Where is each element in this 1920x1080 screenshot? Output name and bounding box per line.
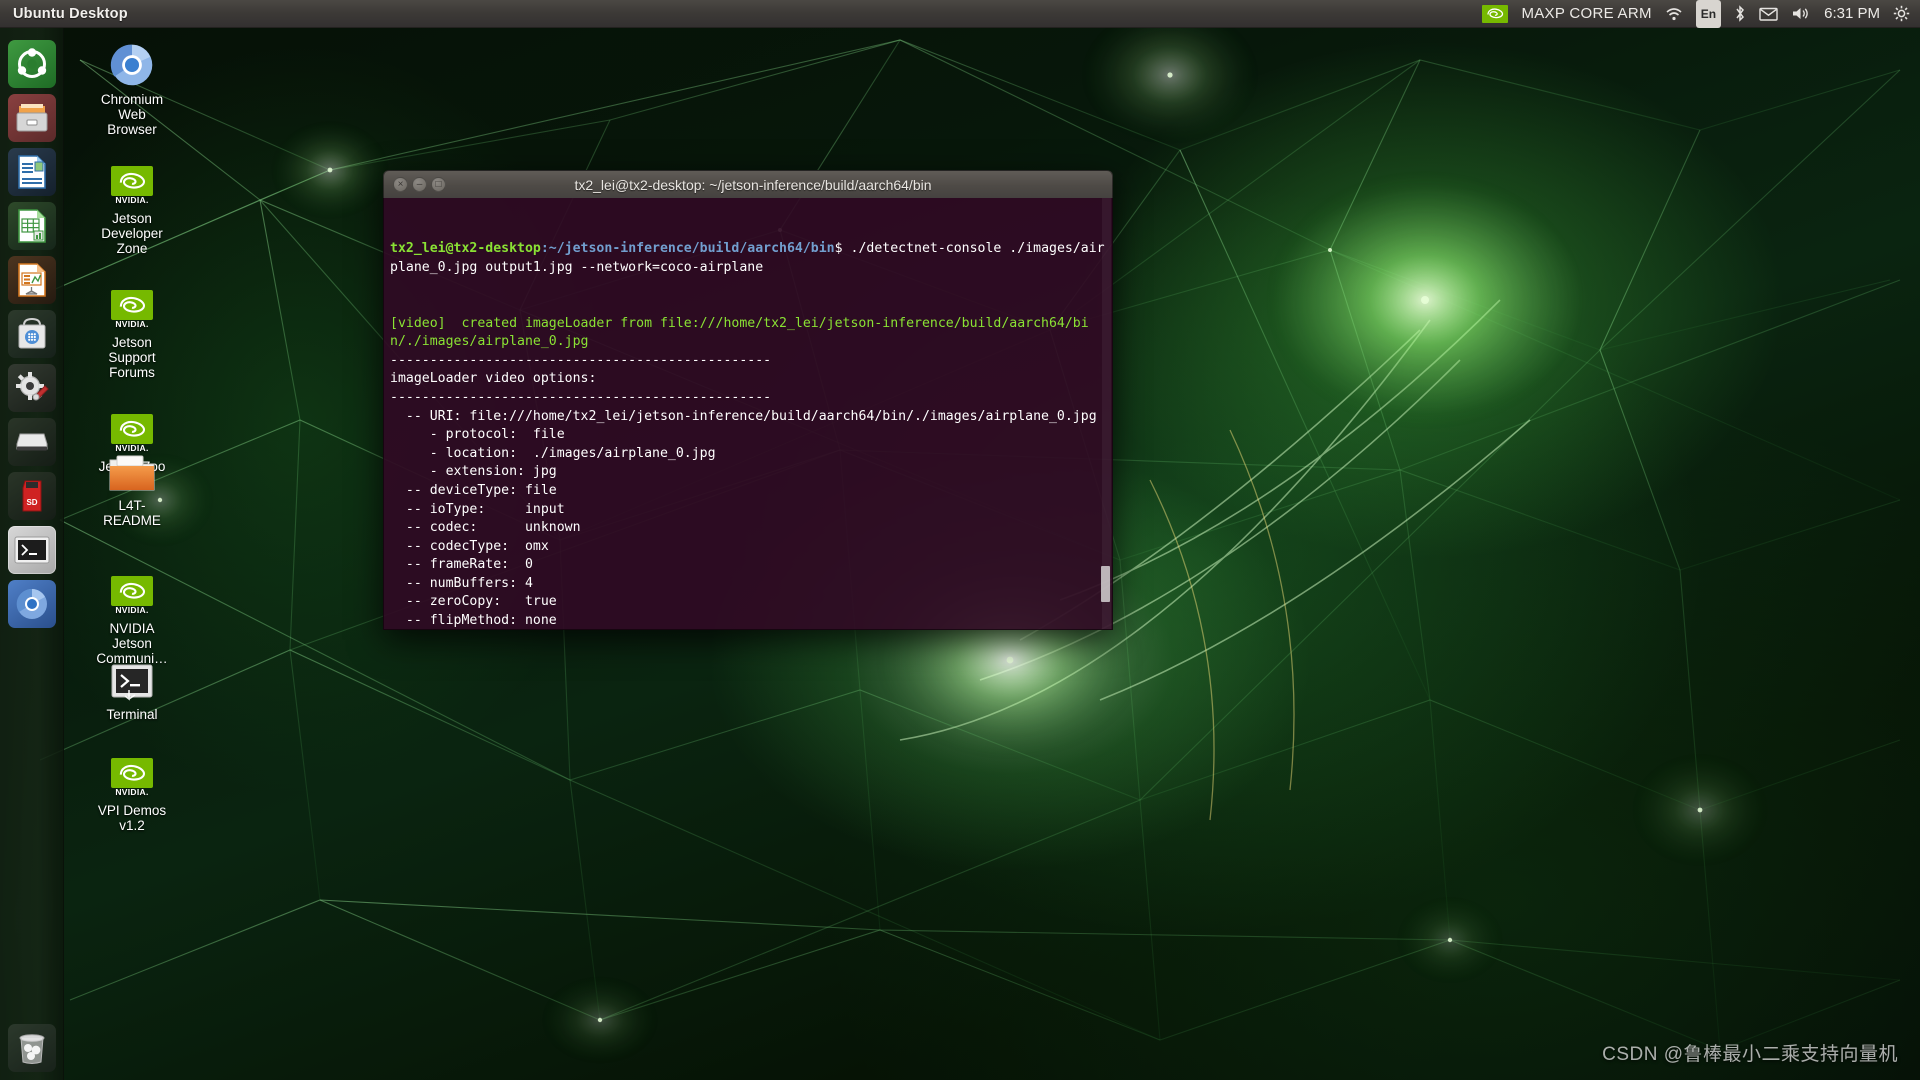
nvidia-wordmark: NVIDIA. bbox=[115, 787, 149, 797]
terminal-line: -- numBuffers: 4 bbox=[390, 575, 533, 591]
launcher-item-chromium[interactable] bbox=[7, 580, 56, 628]
core-label: MAXP CORE ARM bbox=[1521, 5, 1652, 22]
nvidia-eye-glyph bbox=[1487, 8, 1504, 19]
terminal-line: -- codecType: omx bbox=[390, 538, 549, 554]
launcher-item-ubuntu-dash[interactable] bbox=[7, 40, 56, 88]
close-button[interactable]: × bbox=[393, 177, 408, 192]
terminal-line: - extension: jpg bbox=[390, 464, 557, 480]
terminal-titlebar[interactable]: × – □ tx2_lei@tx2-desktop: ~/jetson-infe… bbox=[383, 170, 1113, 198]
terminal-line: ----------------------------------------… bbox=[390, 389, 772, 405]
maximize-button[interactable]: □ bbox=[431, 177, 446, 192]
launcher-item-sd-card[interactable]: SD bbox=[7, 472, 56, 520]
top-panel: Ubuntu Desktop MAXP CORE ARM En 6:31 PM bbox=[0, 0, 1920, 28]
terminal-window[interactable]: × – □ tx2_lei@tx2-desktop: ~/jetson-infe… bbox=[383, 170, 1113, 630]
launcher-item-ubuntu-software[interactable] bbox=[7, 310, 56, 358]
terminal-line: -- flipMethod: none bbox=[390, 613, 557, 629]
terminal-prompt-line: tx2_lei@tx2-desktop:~/jetson-inference/b… bbox=[390, 240, 1112, 277]
launcher-item-disk-drive[interactable] bbox=[7, 418, 56, 466]
nvidia-wordmark: NVIDIA. bbox=[115, 605, 149, 615]
prompt-dollar: $ bbox=[834, 241, 843, 257]
sd-card-icon: SD bbox=[22, 480, 41, 512]
nvidia-logo-icon: NVIDIA. bbox=[84, 396, 180, 453]
ubuntu-logo-icon bbox=[17, 48, 46, 78]
svg-text:SD: SD bbox=[26, 498, 37, 507]
launcher-item-terminal[interactable] bbox=[7, 526, 56, 574]
nvidia-logo-icon[interactable] bbox=[1482, 0, 1509, 28]
wifi-icon[interactable] bbox=[1665, 0, 1683, 28]
unity-launcher: SD bbox=[0, 28, 64, 1080]
desktop-icon-label: VPI Demos v1.2 bbox=[97, 803, 167, 833]
hard-drive-icon bbox=[16, 433, 47, 451]
terminal-line: -- zeroCopy: true bbox=[390, 594, 557, 610]
terminal-icon bbox=[14, 536, 49, 564]
desktop-icon-label: L4T- README bbox=[103, 498, 161, 528]
terminal-line: - protocol: file bbox=[390, 427, 565, 443]
mail-icon[interactable] bbox=[1759, 0, 1778, 28]
terminal-line: -- ioType: input bbox=[390, 501, 565, 517]
terminal-scrollbar-thumb[interactable] bbox=[1101, 566, 1110, 602]
desktop-icon-label: Jetson Support Forums bbox=[108, 335, 156, 380]
desktop-icon-terminal[interactable]: Terminal bbox=[84, 655, 180, 722]
spreadsheet-icon bbox=[17, 209, 46, 243]
prompt-user: tx2_lei@tx2-desktop bbox=[390, 241, 541, 257]
chromium-icon bbox=[16, 588, 47, 619]
launcher-item-system-settings[interactable] bbox=[7, 364, 56, 412]
terminal-line: -- frameRate: 0 bbox=[390, 557, 533, 573]
watermark: CSDN @鲁棒最小二乘支持向量机 bbox=[1602, 1044, 1898, 1065]
nvidia-logo-icon: NVIDIA. bbox=[84, 272, 180, 329]
terminal-line: [video] created imageLoader from file://… bbox=[390, 315, 1089, 350]
clock[interactable]: 6:31 PM bbox=[1824, 0, 1880, 28]
volume-icon[interactable] bbox=[1791, 0, 1811, 28]
terminal-line: -- deviceType: file bbox=[390, 482, 557, 498]
launcher-item-libreoffice-calc[interactable] bbox=[7, 202, 56, 250]
desktop-icon-vpi-demos[interactable]: NVIDIA. VPI Demos v1.2 bbox=[84, 740, 180, 833]
document-icon bbox=[17, 155, 46, 189]
terminal-output-lines: [video] created imageLoader from file://… bbox=[390, 315, 1112, 629]
terminal-line: - location: ./images/airplane_0.jpg bbox=[390, 445, 716, 461]
prompt-path: :~/jetson-inference/build/aarch64/bin bbox=[540, 241, 835, 257]
panel-title: Ubuntu Desktop bbox=[13, 5, 128, 22]
nvidia-wordmark: NVIDIA. bbox=[115, 195, 149, 205]
terminal-line: -- URI: file:///home/tx2_lei/jetson-infe… bbox=[390, 408, 1097, 424]
terminal-title: tx2_lei@tx2-desktop: ~/jetson-inference/… bbox=[574, 176, 932, 193]
panel-indicators: MAXP CORE ARM En 6:31 PM bbox=[1482, 0, 1920, 28]
launcher-item-trash[interactable] bbox=[8, 1024, 56, 1072]
folder-icon bbox=[84, 446, 180, 494]
launcher-item-files[interactable] bbox=[7, 94, 56, 142]
desktop-icon-label: Chromium Web Browser bbox=[100, 92, 164, 137]
chromium-icon bbox=[84, 40, 180, 88]
terminal-line: imageLoader video options: bbox=[390, 371, 597, 387]
nvidia-logo-icon: NVIDIA. bbox=[84, 740, 180, 797]
nvidia-logo-icon: NVIDIA. bbox=[84, 558, 180, 615]
launcher-item-libreoffice-impress[interactable] bbox=[7, 256, 56, 304]
gear-wrench-icon bbox=[15, 372, 49, 401]
nvidia-wordmark: NVIDIA. bbox=[115, 319, 149, 329]
terminal-line: ----------------------------------------… bbox=[390, 352, 772, 368]
terminal-line: -- codec: unknown bbox=[390, 520, 581, 536]
launcher-item-libreoffice-writer[interactable] bbox=[7, 148, 56, 196]
file-cabinet-icon bbox=[16, 104, 47, 132]
presentation-icon bbox=[17, 263, 46, 297]
desktop-icon-jetson-developer-zone[interactable]: NVIDIA. Jetson Developer Zone bbox=[84, 148, 180, 256]
desktop-icon-jetson-support-forums[interactable]: NVIDIA. Jetson Support Forums bbox=[84, 272, 180, 380]
bluetooth-icon[interactable] bbox=[1734, 0, 1746, 28]
desktop-icon-label: Terminal bbox=[106, 707, 158, 722]
desktop-icon-l4t-readme[interactable]: L4T- README bbox=[84, 446, 180, 528]
desktop-icon-nvidia-jetson-community[interactable]: NVIDIA. NVIDIA Jetson Communi… bbox=[84, 558, 180, 666]
nvidia-logo-icon: NVIDIA. bbox=[84, 148, 180, 205]
software-store-icon bbox=[18, 318, 45, 349]
keyboard-layout-indicator[interactable]: En bbox=[1695, 0, 1722, 28]
desktop-icon-label: Jetson Developer Zone bbox=[101, 211, 163, 256]
trash-bin-icon bbox=[19, 1034, 45, 1064]
minimize-button[interactable]: – bbox=[412, 177, 427, 192]
terminal-icon bbox=[84, 655, 180, 703]
desktop-icon-chromium-web-browser[interactable]: Chromium Web Browser bbox=[84, 40, 180, 137]
terminal-output-area[interactable]: tx2_lei@tx2-desktop:~/jetson-inference/b… bbox=[383, 198, 1113, 630]
gear-cog-icon[interactable] bbox=[1893, 0, 1910, 28]
terminal-scrollbar[interactable] bbox=[1101, 198, 1111, 629]
